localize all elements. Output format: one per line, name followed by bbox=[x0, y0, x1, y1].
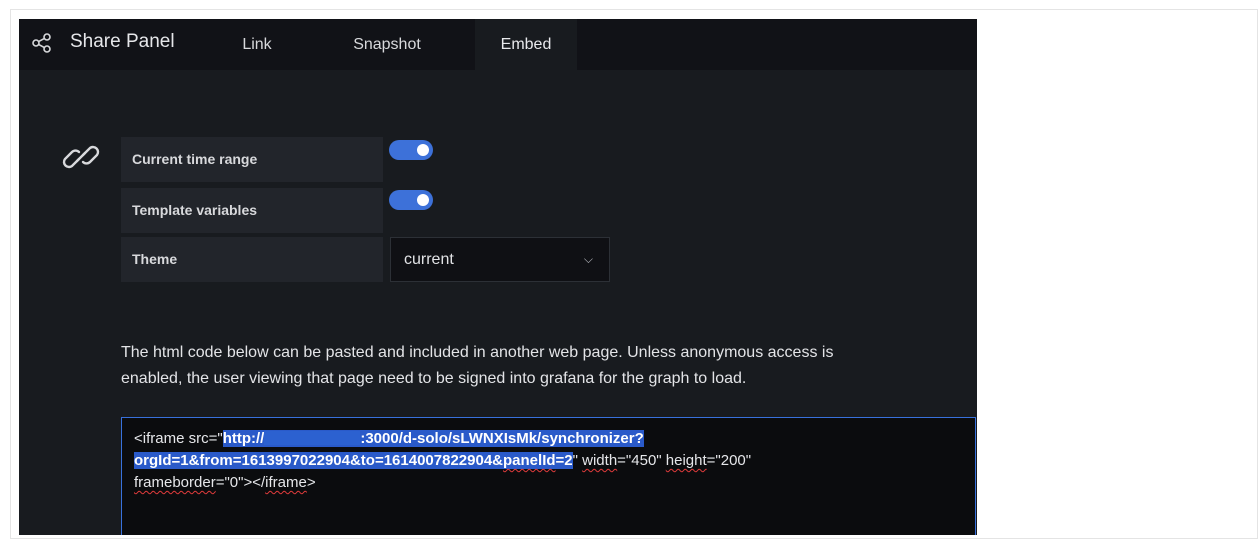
code-line-3: frameborder="0"></iframe> bbox=[134, 472, 975, 494]
code-line-1: <iframe src="http:// :3000/d-solo/sLWNXIs… bbox=[134, 428, 975, 450]
selected-code-text: orgId=1&from=1613997022904&to=1614007822… bbox=[134, 452, 573, 469]
share-panel-modal: Share Panel Link Snapshot Embed Current … bbox=[19, 19, 977, 535]
url-params: orgId=1&from=1613997022904&to=1614007822… bbox=[134, 452, 504, 469]
url-param-value: =2 bbox=[555, 452, 573, 469]
theme-label: Theme bbox=[121, 237, 383, 282]
url-start: http:// bbox=[222, 430, 265, 447]
closing-tag: iframe bbox=[265, 474, 307, 491]
url-rest: :3000/d-solo/sLWNXIsMk/synchronizer? bbox=[360, 430, 644, 447]
theme-select-value: current bbox=[404, 251, 454, 268]
height-attr: height bbox=[665, 452, 707, 469]
tab-link[interactable]: Link bbox=[229, 19, 285, 70]
code-text: > bbox=[306, 474, 316, 491]
width-value: ="450" bbox=[617, 452, 662, 469]
current-time-range-label: Current time range bbox=[121, 137, 383, 182]
toggle-knob bbox=[417, 194, 429, 206]
template-variables-label: Template variables bbox=[121, 188, 383, 233]
selected-code-text: http:// :3000/d-solo/sLWNXIsMk/synchroniz… bbox=[222, 430, 644, 447]
toggle-knob bbox=[417, 144, 429, 156]
chevron-down-icon: ⌵ bbox=[583, 252, 593, 266]
modal-title: Share Panel bbox=[70, 31, 175, 52]
code-line-2: orgId=1&from=1613997022904&to=1614007822… bbox=[134, 450, 975, 472]
code-text: " bbox=[572, 452, 578, 469]
link-icon bbox=[62, 145, 100, 169]
current-time-range-toggle[interactable] bbox=[389, 140, 433, 160]
url-param-panelid: panelId bbox=[503, 452, 556, 469]
embed-description: The html code below can be pasted and in… bbox=[121, 340, 977, 392]
template-variables-toggle[interactable] bbox=[389, 190, 433, 210]
embed-code-textarea[interactable]: <iframe src="http:// :3000/d-solo/sLWNXIs… bbox=[121, 417, 976, 535]
code-text: <iframe src=" bbox=[134, 430, 223, 447]
height-value: ="200" bbox=[706, 452, 752, 469]
modal-header: Share Panel Link Snapshot Embed bbox=[19, 19, 977, 70]
tab-snapshot[interactable]: Snapshot bbox=[337, 19, 437, 70]
description-line-2: enabled, the user viewing that page need… bbox=[121, 370, 747, 387]
frameborder-attr: frameborder bbox=[134, 474, 216, 491]
code-text: ="0"></ bbox=[215, 474, 266, 491]
theme-select[interactable]: current ⌵ bbox=[390, 237, 610, 282]
tab-embed[interactable]: Embed bbox=[475, 19, 577, 70]
redacted-host bbox=[264, 431, 361, 445]
share-icon bbox=[32, 33, 51, 53]
description-line-1: The html code below can be pasted and in… bbox=[121, 344, 834, 361]
width-attr: width bbox=[582, 452, 618, 469]
